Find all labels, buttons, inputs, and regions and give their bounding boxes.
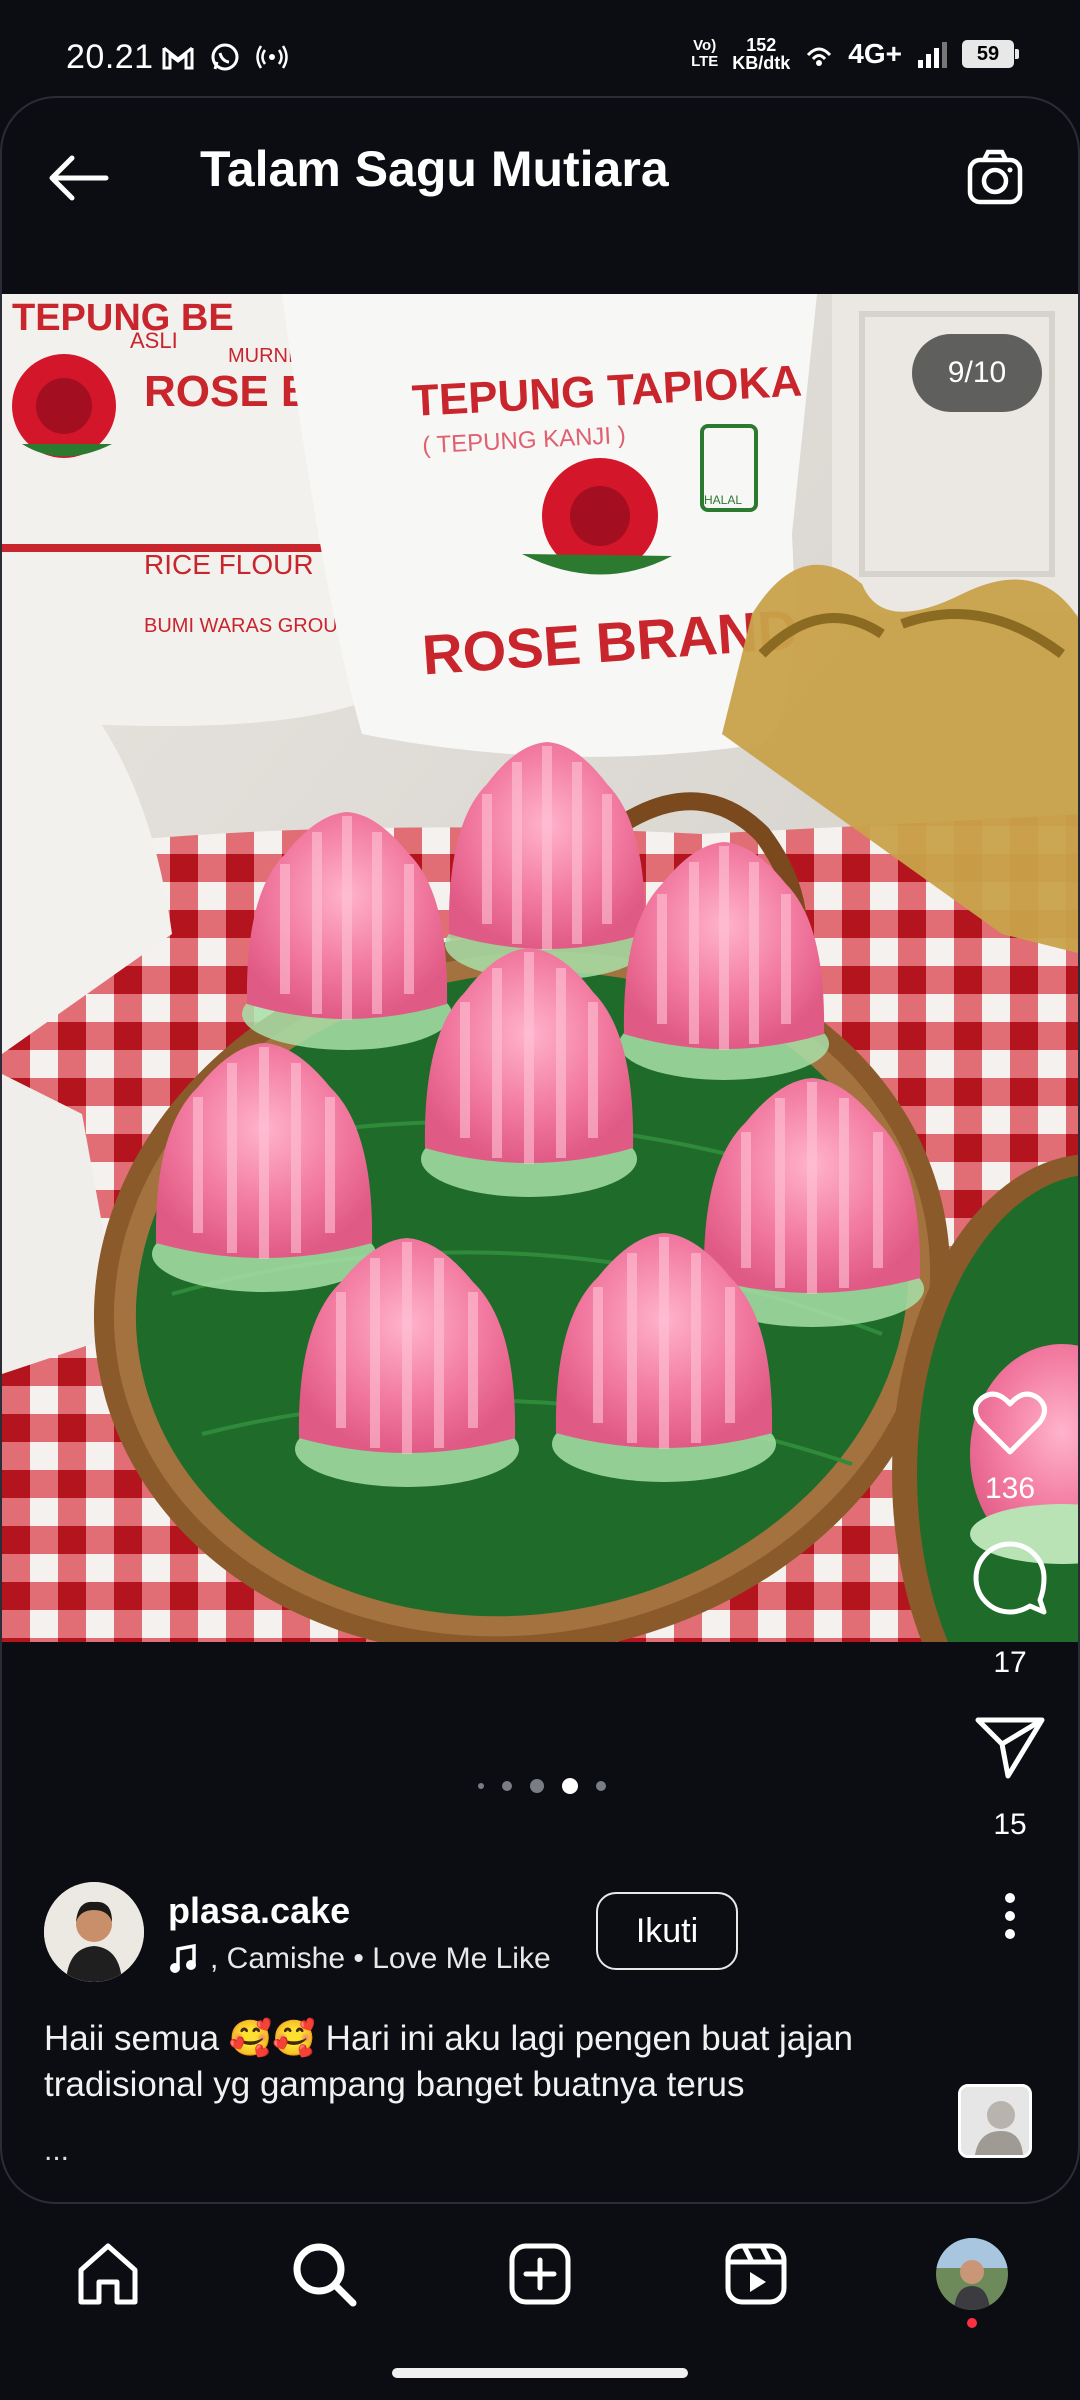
back-button[interactable] [42, 142, 114, 214]
like-button[interactable]: 136 [972, 1390, 1048, 1506]
home-icon [78, 2243, 138, 2305]
net-speed-unit: KB/dtk [732, 53, 791, 73]
action-rail: 136 17 15 [960, 1390, 1060, 1940]
more-vertical-icon [1005, 1893, 1015, 1939]
author-username[interactable]: plasa.cake [168, 1890, 350, 1932]
audio-thumbnail-image [961, 2087, 1029, 2155]
more-options-button[interactable] [1000, 1892, 1020, 1940]
bag-left-asli: ASLI [130, 328, 178, 353]
post-caption[interactable]: Haii semua 🥰🥰 Hari ini aku lagi pengen b… [44, 2016, 944, 2108]
pagination-dot [502, 1781, 512, 1791]
profile-notification-dot [967, 2318, 977, 2328]
pagination-dot [478, 1783, 484, 1789]
page-title: Talam Sagu Mutiara [200, 141, 669, 197]
heart-icon [973, 1391, 1047, 1455]
status-system-icons: Vo) LTE 152 KB/dtk 4G+ 59 [691, 36, 1019, 72]
volte-indicator: Vo) LTE [691, 37, 719, 70]
status-time: 20.21 [66, 38, 154, 76]
follow-button[interactable]: Ikuti [596, 1892, 738, 1970]
comment-icon [973, 1541, 1047, 1615]
audio-thumbnail[interactable] [958, 2084, 1032, 2158]
signal-icon [918, 42, 947, 68]
network-type: 4G+ [848, 38, 902, 69]
bag-left-brand-top: TEPUNG BE [12, 297, 234, 339]
nav-create[interactable] [500, 2234, 580, 2314]
pagination-dot [530, 1779, 544, 1793]
nav-reels[interactable] [716, 2234, 796, 2314]
bag-left-group: BUMI WARAS GROUP [144, 615, 351, 637]
plus-square-icon [509, 2243, 571, 2305]
search-icon [293, 2243, 357, 2307]
like-count: 136 [984, 1472, 1036, 1505]
audio-track-label: , Camishe • Love Me Like [210, 1942, 551, 1975]
status-bar: 20.21 Vo) LTE 152 KB/dtk 4G+ 59 [0, 0, 1080, 100]
reels-icon [725, 2243, 787, 2305]
post-viewer: Talam Sagu Mutiara TEPUNG BE ASLI MURNI … [0, 96, 1080, 2204]
halal-label: HALAL [704, 493, 742, 507]
nav-search[interactable] [284, 2234, 364, 2314]
whatsapp-icon [211, 43, 239, 71]
network-speed: 152 KB/dtk [732, 36, 790, 72]
comment-button[interactable]: 17 [972, 1540, 1048, 1680]
author-avatar-image [44, 1882, 144, 1982]
wifi-calling-icon [807, 47, 832, 66]
post-photo[interactable]: TEPUNG BE ASLI MURNI ROSE BRA RICE FLOUR… [2, 294, 1078, 1642]
music-note-icon [170, 1944, 196, 1973]
send-icon [975, 1717, 1045, 1779]
nav-home[interactable] [68, 2234, 148, 2314]
author-avatar[interactable] [44, 1882, 144, 1982]
header: Talam Sagu Mutiara [2, 98, 1078, 298]
photo-illustration: TEPUNG BE ASLI MURNI ROSE BRA RICE FLOUR… [2, 294, 1078, 1642]
hotspot-icon [256, 45, 288, 69]
nav-profile[interactable] [932, 2234, 1012, 2328]
caption-more[interactable]: ... [44, 2134, 69, 2168]
gmail-icon [162, 46, 194, 70]
gesture-home-indicator[interactable] [392, 2368, 688, 2378]
carousel-pagination [2, 1778, 1078, 1794]
pagination-dot-active [562, 1778, 578, 1794]
net-speed-value: 152 [746, 35, 777, 55]
arrow-left-icon [49, 155, 109, 201]
comment-count: 17 [993, 1646, 1027, 1679]
bag-left-rice-flour: RICE FLOUR [144, 549, 314, 580]
image-counter: 9/10 [912, 334, 1042, 412]
bottom-navigation [0, 2204, 1080, 2400]
camera-button[interactable] [960, 142, 1032, 214]
profile-avatar [936, 2238, 1008, 2310]
camera-icon [967, 149, 1023, 205]
audio-track[interactable]: , Camishe • Love Me Like [168, 1942, 568, 1976]
share-count: 15 [993, 1808, 1027, 1841]
pagination-dot [596, 1781, 606, 1791]
profile-avatar-image [936, 2238, 1008, 2310]
status-notification-icons [162, 42, 288, 72]
bag-left-murni: MURNI [228, 345, 294, 367]
author-row: plasa.cake , Camishe • Love Me Like Ikut… [44, 1882, 764, 1992]
battery-indicator: 59 [962, 40, 1019, 68]
